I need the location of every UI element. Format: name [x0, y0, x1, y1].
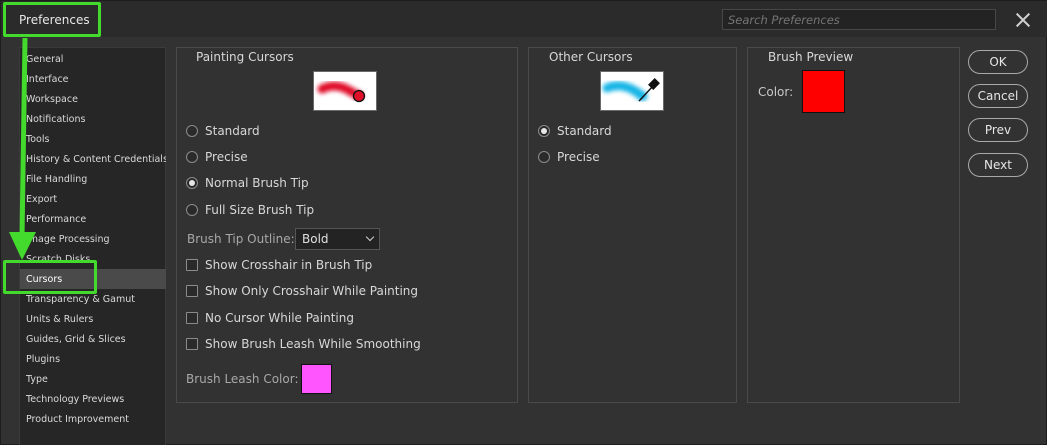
no-cursor-option[interactable]: No Cursor While Painting	[186, 309, 354, 327]
title-bar: Preferences	[1, 1, 1047, 37]
show-crosshair-option[interactable]: Show Crosshair in Brush Tip	[186, 256, 372, 274]
eyedropper-preview-icon	[602, 78, 660, 102]
sidebar-item-tools[interactable]: Tools	[20, 129, 166, 149]
other-precise-radio[interactable]	[538, 151, 550, 163]
close-icon[interactable]	[1013, 10, 1033, 30]
other-precise-label: Precise	[557, 150, 600, 164]
show-crosshair-checkbox[interactable]	[186, 259, 198, 271]
show-crosshair-label: Show Crosshair in Brush Tip	[205, 258, 373, 272]
sidebar-item-product-improvement[interactable]: Product Improvement	[20, 409, 166, 429]
painting-cursors-title: Painting Cursors	[196, 50, 294, 64]
painting-normal-brush-tip-radio[interactable]	[186, 177, 198, 189]
show-brush-leash-option[interactable]: Show Brush Leash While Smoothing	[186, 335, 421, 353]
brush-leash-color-swatch[interactable]	[301, 364, 332, 394]
show-brush-leash-label: Show Brush Leash While Smoothing	[205, 337, 421, 351]
sidebar-item-general[interactable]: General	[20, 49, 166, 69]
other-standard-option[interactable]: Standard	[538, 122, 612, 140]
painting-precise-radio[interactable]	[186, 151, 198, 163]
sidebar-item-guides-grid-slices[interactable]: Guides, Grid & Slices	[20, 329, 166, 349]
painting-precise-option[interactable]: Precise	[186, 148, 248, 166]
show-brush-leash-checkbox[interactable]	[186, 338, 198, 350]
painting-full-size-brush-tip-label: Full Size Brush Tip	[205, 203, 315, 217]
annotation-highlight-preferences	[3, 2, 101, 37]
sidebar-item-performance[interactable]: Performance	[20, 209, 166, 229]
sidebar-item-image-processing[interactable]: Image Processing	[20, 229, 166, 249]
sidebar-item-notifications[interactable]: Notifications	[20, 109, 166, 129]
brush-tip-outline-label: Brush Tip Outline:	[187, 232, 295, 246]
brush-tip-outline-select[interactable]: Bold	[295, 228, 380, 250]
brush-preview-color-label: Color:	[758, 85, 794, 99]
sidebar-item-file-handling[interactable]: File Handling	[20, 169, 166, 189]
sidebar-item-plugins[interactable]: Plugins	[20, 349, 166, 369]
other-standard-label: Standard	[557, 124, 612, 138]
brush-stroke-preview-icon	[317, 81, 366, 103]
painting-standard-option[interactable]: Standard	[186, 122, 260, 140]
other-cursor-preview	[600, 71, 664, 111]
brush-preview-panel: Brush Preview Color:	[747, 47, 960, 403]
sidebar-item-export[interactable]: Export	[20, 189, 166, 209]
chevron-down-icon	[365, 232, 375, 242]
show-only-crosshair-label: Show Only Crosshair While Painting	[205, 284, 419, 298]
sidebar-item-interface[interactable]: Interface	[20, 69, 166, 89]
painting-normal-brush-tip-option[interactable]: Normal Brush Tip	[186, 174, 309, 192]
next-button[interactable]: Next	[968, 153, 1028, 177]
show-only-crosshair-option[interactable]: Show Only Crosshair While Painting	[186, 282, 418, 300]
brush-preview-title: Brush Preview	[768, 50, 854, 64]
no-cursor-label: No Cursor While Painting	[205, 311, 354, 325]
show-only-crosshair-checkbox[interactable]	[186, 285, 198, 297]
search-preferences-input[interactable]	[722, 9, 996, 30]
painting-cursor-preview	[313, 71, 377, 111]
prev-button[interactable]: Prev	[968, 118, 1028, 142]
other-cursors-title: Other Cursors	[549, 50, 633, 64]
brush-leash-color-label: Brush Leash Color:	[186, 372, 299, 386]
brush-preview-color-swatch[interactable]	[802, 70, 845, 113]
painting-standard-label: Standard	[205, 124, 260, 138]
no-cursor-checkbox[interactable]	[186, 312, 198, 324]
annotation-highlight-cursors	[3, 260, 97, 294]
painting-full-size-brush-tip-radio[interactable]	[186, 204, 198, 216]
sidebar-item-history-content-credentials[interactable]: History & Content Credentials	[20, 149, 166, 169]
preferences-dialog: Preferences General Interface Workspace …	[0, 0, 1047, 445]
ok-button[interactable]: OK	[968, 50, 1028, 74]
sidebar-item-type[interactable]: Type	[20, 369, 166, 389]
painting-standard-radio[interactable]	[186, 125, 198, 137]
other-cursors-panel: Other Cursors Standard Precise	[528, 47, 737, 403]
brush-tip-outline-value: Bold	[302, 232, 329, 246]
other-precise-option[interactable]: Precise	[538, 148, 600, 166]
sidebar-item-technology-previews[interactable]: Technology Previews	[20, 389, 166, 409]
other-standard-radio[interactable]	[538, 125, 550, 137]
painting-full-size-brush-tip-option[interactable]: Full Size Brush Tip	[186, 201, 314, 219]
painting-normal-brush-tip-label: Normal Brush Tip	[205, 176, 309, 190]
sidebar-item-workspace[interactable]: Workspace	[20, 89, 166, 109]
cancel-button[interactable]: Cancel	[968, 84, 1028, 108]
painting-cursors-panel: Painting Cursors Standard Precise Normal…	[176, 47, 518, 403]
preferences-sidebar: General Interface Workspace Notification…	[19, 47, 166, 445]
sidebar-item-units-rulers[interactable]: Units & Rulers	[20, 309, 166, 329]
painting-precise-label: Precise	[205, 150, 248, 164]
